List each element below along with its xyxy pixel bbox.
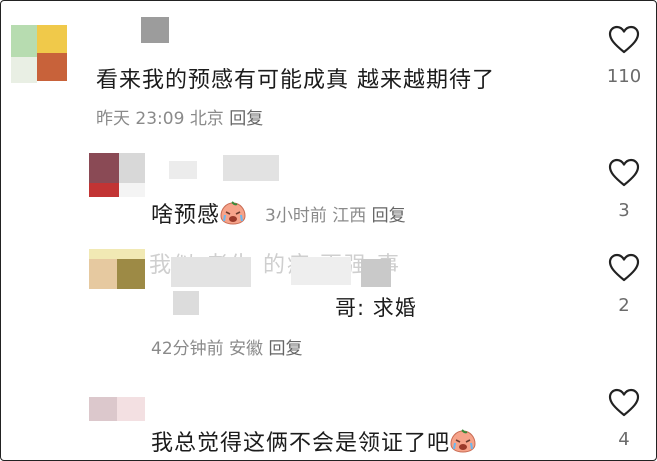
comment-meta: 42分钟前 安徽 回复 <box>151 334 302 359</box>
like-button[interactable] <box>604 253 644 283</box>
like-button[interactable] <box>604 388 644 418</box>
comment-time: 42分钟前 <box>151 339 224 359</box>
username-blur <box>169 161 197 179</box>
heart-icon <box>608 253 640 282</box>
reply-button[interactable]: 回复 <box>268 339 302 359</box>
crying-emoji-icon <box>220 201 246 231</box>
avatar[interactable] <box>11 17 67 83</box>
comment-text: 我总觉得这俩不会是领证了吧 <box>151 425 476 459</box>
username-blur <box>223 155 279 181</box>
avatar[interactable] <box>89 153 145 197</box>
comment-meta: 昨天 23:09 北京 回复 <box>96 104 263 129</box>
like-count: 110 <box>606 66 642 87</box>
username-blur <box>361 259 391 287</box>
heart-icon <box>608 25 640 54</box>
like-button[interactable] <box>604 158 644 188</box>
comment-location: 江西 <box>332 206 367 226</box>
comment-text: 哥: 求婚 <box>335 296 417 320</box>
heart-icon <box>608 158 640 187</box>
avatar[interactable] <box>89 397 145 421</box>
like-button[interactable] <box>604 25 644 55</box>
comment-text: 看来我的预感有可能成真 越来越期待了 <box>96 68 495 93</box>
like-count: 4 <box>618 429 630 450</box>
comment-list: 看来我的预感有可能成真 越来越期待了 昨天 23:09 北京 回复 110 啥预… <box>0 0 657 461</box>
username-blur <box>173 291 199 315</box>
username-blur <box>291 257 351 285</box>
username-blur <box>171 257 251 287</box>
reply-button[interactable]: 回复 <box>372 206 406 226</box>
avatar[interactable] <box>89 249 145 289</box>
crying-emoji-icon <box>450 429 476 459</box>
heart-icon <box>608 388 640 417</box>
comment-text: 啥预感 <box>151 197 246 231</box>
comment-time: 3小时前 <box>265 206 327 226</box>
comment-time: 昨天 23:09 <box>96 109 185 129</box>
reply-button[interactable]: 回复 <box>229 109 263 129</box>
like-count: 3 <box>618 200 630 221</box>
comment-location: 北京 <box>189 109 224 129</box>
comment-meta: 3小时前 江西 回复 <box>265 201 406 226</box>
username-blur <box>141 17 169 43</box>
comment-location: 安徽 <box>229 339 264 359</box>
like-count: 2 <box>618 295 630 316</box>
